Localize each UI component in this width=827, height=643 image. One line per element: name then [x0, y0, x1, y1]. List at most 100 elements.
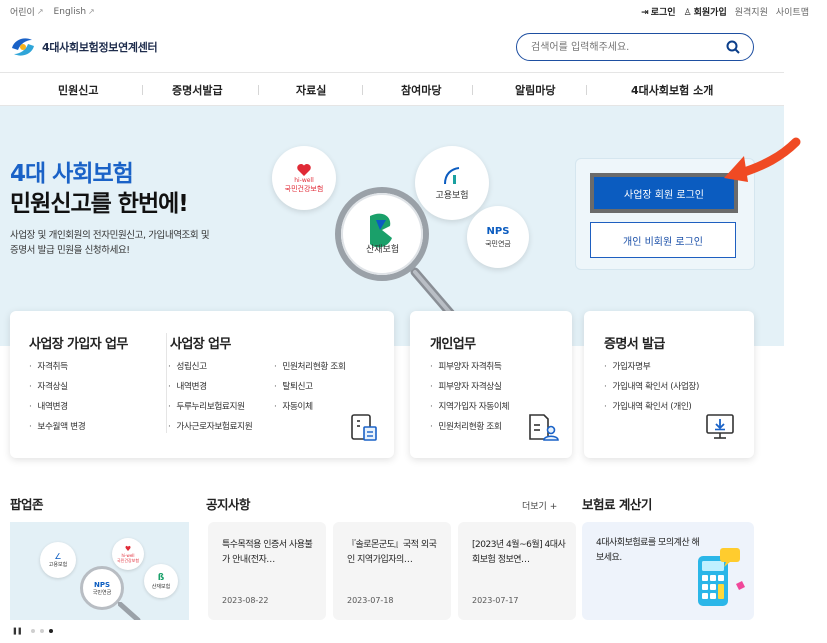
nav-divider	[258, 85, 259, 95]
popup-pagination: ❚❚	[12, 627, 53, 635]
mini-employment-bubble: ∠ 고용보험	[40, 542, 76, 578]
biz-work-item[interactable]: 자동이체	[274, 401, 345, 421]
certificate-card: 증명서 발급 가입자명부 가입내역 확인서 (사업장) 가입내역 확인서 (개인…	[584, 311, 754, 458]
mini-nps-brand: NPS	[93, 580, 111, 589]
mini-health-bubble: ♥ hi-well 국민건강보험	[112, 538, 144, 570]
notice-item-date: 2023-07-17	[472, 596, 519, 605]
heart-icon	[297, 163, 311, 176]
nav-divider	[362, 85, 363, 95]
kids-link[interactable]: 어린이 ↗	[10, 5, 44, 18]
biz-work-list-col2: 민원처리현황 조회 탈퇴신고 자동이체	[274, 361, 346, 421]
search-icon[interactable]	[725, 39, 741, 55]
biz-work-item[interactable]: 탈퇴신고	[274, 381, 345, 401]
external-link-icon: ↗	[36, 7, 44, 16]
notice-title: 공지사항	[206, 497, 251, 512]
personal-item[interactable]: 지역가입자 자동이체	[430, 401, 509, 421]
signup-link[interactable]: ♙ 회원가입	[684, 5, 727, 18]
pagination-dot-active[interactable]	[48, 629, 53, 633]
nav-participation[interactable]: 참여마당	[401, 82, 441, 98]
calculator-card[interactable]: 4대사회보험료를 모의계산 해보세요.	[582, 522, 754, 620]
user-icon: ♙	[683, 8, 692, 18]
biz-work-item[interactable]: 내역변경	[168, 381, 252, 401]
nav-divider	[472, 85, 473, 95]
nav-certificate[interactable]: 증명서발급	[172, 82, 223, 98]
nav-notice[interactable]: 알림마당	[515, 82, 555, 98]
nps-label: 국민연금	[485, 239, 511, 248]
biz-join-item[interactable]: 내역변경	[29, 401, 85, 421]
pause-icon[interactable]: ❚❚	[12, 627, 23, 635]
notice-item-title: [2023년 4월~6월] 4대사회보험 정보연…	[472, 540, 566, 565]
utility-right: ⇥ 로그인 ♙ 회원가입 원격지원 사이트맵	[641, 5, 809, 18]
personal-item[interactable]: 피부양자 자격상실	[430, 381, 509, 401]
sitemap-link[interactable]: 사이트맵	[776, 5, 809, 18]
notice-card[interactable]: [2023년 4월~6월] 4대사회보험 정보연… 2023-07-17	[458, 522, 576, 620]
notice-card[interactable]: 특수목적용 인증서 사용불가 안내(전자… 2023-08-22	[208, 522, 326, 620]
certificate-list: 가입자명부 가입내역 확인서 (사업장) 가입내역 확인서 (개인)	[604, 361, 699, 421]
pagination-dot[interactable]	[39, 629, 44, 633]
hero-description: 사업장 및 개인회원의 전자민원신고, 가입내역조회 및 증명서 발급 민원을 …	[10, 228, 250, 258]
card-divider	[166, 333, 167, 433]
certificate-item[interactable]: 가입내역 확인서 (사업장)	[604, 381, 699, 401]
business-card: 사업장 가입자 업무 자격취득 자격상실 내역변경 보수월액 변경 사업장 업무…	[10, 311, 394, 458]
biz-work-item[interactable]: 민원처리현황 조회	[274, 361, 346, 381]
hero-title: 4대 사회보험	[10, 161, 134, 187]
biz-work-title: 사업장 업무	[170, 337, 231, 352]
utility-bar: 어린이 ↗ English ↗ ⇥ 로그인 ♙ 회원가입 원격지원 사이트맵	[0, 0, 827, 22]
hero-subtitle: 민원신고를 한번에!	[10, 191, 189, 217]
document-building-icon	[351, 414, 377, 441]
certificate-item[interactable]: 가입내역 확인서 (개인)	[604, 401, 699, 421]
certificate-item[interactable]: 가입자명부	[604, 361, 699, 381]
popup-banner[interactable]: ∠ 고용보험 ♥ hi-well 국민건강보험 NPS 국민연금 ß 산재보험	[10, 522, 189, 620]
biz-join-item[interactable]: 보수월액 변경	[29, 421, 85, 441]
login-icon: ⇥	[641, 8, 649, 18]
signup-label: 회원가입	[693, 8, 727, 18]
hero-desc-line1: 사업장 및 개인회원의 전자민원신고, 가입내역조회 및	[10, 230, 210, 241]
search-box	[516, 33, 754, 61]
biz-join-list: 자격취득 자격상실 내역변경 보수월액 변경	[29, 361, 85, 441]
mini-nps-label: 국민연금	[92, 589, 112, 596]
certificate-title: 증명서 발급	[604, 337, 665, 352]
health-insurance-bubble: hi-well 국민건강보험	[272, 146, 336, 210]
biz-join-item[interactable]: 자격취득	[29, 361, 85, 381]
nav-divider	[586, 85, 587, 95]
download-monitor-icon	[706, 414, 734, 439]
pointer-arrow-icon	[724, 137, 801, 182]
utility-left: 어린이 ↗ English ↗	[10, 5, 95, 19]
notice-more-link[interactable]: 더보기 +	[522, 499, 557, 512]
notice-card[interactable]: 『솔로몬군도』국적 외국인 지역가입자의… 2023-07-18	[333, 522, 451, 620]
personal-item[interactable]: 피부양자 자격취득	[430, 361, 509, 381]
nav-about[interactable]: 4대사회보험 소개	[631, 82, 713, 98]
remote-support-link[interactable]: 원격지원	[735, 5, 768, 18]
logo-text: 4대사회보험정보연계센터	[42, 41, 158, 54]
login-link[interactable]: ⇥ 로그인	[641, 5, 675, 18]
mini-magnifier-handle-icon	[118, 602, 141, 620]
biz-work-item[interactable]: 성립신고	[168, 361, 252, 381]
biz-join-item[interactable]: 자격상실	[29, 381, 85, 401]
search-input[interactable]	[531, 39, 721, 55]
notice-item-title: 『솔로몬군도』국적 외국인 지역가입자의…	[347, 540, 437, 565]
business-login-button[interactable]: 사업장 회원 로그인	[590, 173, 738, 213]
business-login-label: 사업장 회원 로그인	[624, 189, 704, 201]
main-navigation: 민원신고 증명서발급 자료실 참여마당 알림마당 4대사회보험 소개	[0, 72, 784, 106]
biz-work-list-col1: 성립신고 내역변경 두루누리보험료지원 가사근로자보험료지원	[168, 361, 252, 441]
mini-industrial-mark: ß	[157, 572, 165, 583]
notice-item-date: 2023-08-22	[222, 596, 269, 605]
site-logo[interactable]: 4대사회보험정보연계센터	[10, 36, 158, 58]
english-link[interactable]: English ↗	[54, 5, 95, 18]
english-link-label: English	[53, 6, 87, 17]
biz-join-title: 사업장 가입자 업무	[29, 337, 128, 352]
nav-civil-report[interactable]: 민원신고	[58, 82, 98, 98]
calculator-icon	[698, 548, 745, 606]
biz-work-item[interactable]: 두루누리보험료지원	[168, 401, 252, 421]
pagination-dot[interactable]	[30, 629, 35, 633]
calculator-title: 보험료 계산기	[582, 497, 652, 512]
nav-resources[interactable]: 자료실	[296, 82, 326, 98]
login-label: 로그인	[650, 8, 676, 18]
biz-work-item[interactable]: 가사근로자보험료지원	[168, 421, 252, 441]
personal-card: 개인업무 피부양자 자격취득 피부양자 자격상실 지역가입자 자동이체 민원처리…	[410, 311, 572, 458]
guest-login-button[interactable]: 개인 비회원 로그인	[590, 222, 736, 258]
external-link-icon: ↗	[88, 7, 95, 16]
mini-health-label: 국민건강보험	[116, 557, 140, 563]
magnifier-icon	[335, 187, 463, 327]
personal-item[interactable]: 민원처리현황 조회	[430, 421, 509, 441]
